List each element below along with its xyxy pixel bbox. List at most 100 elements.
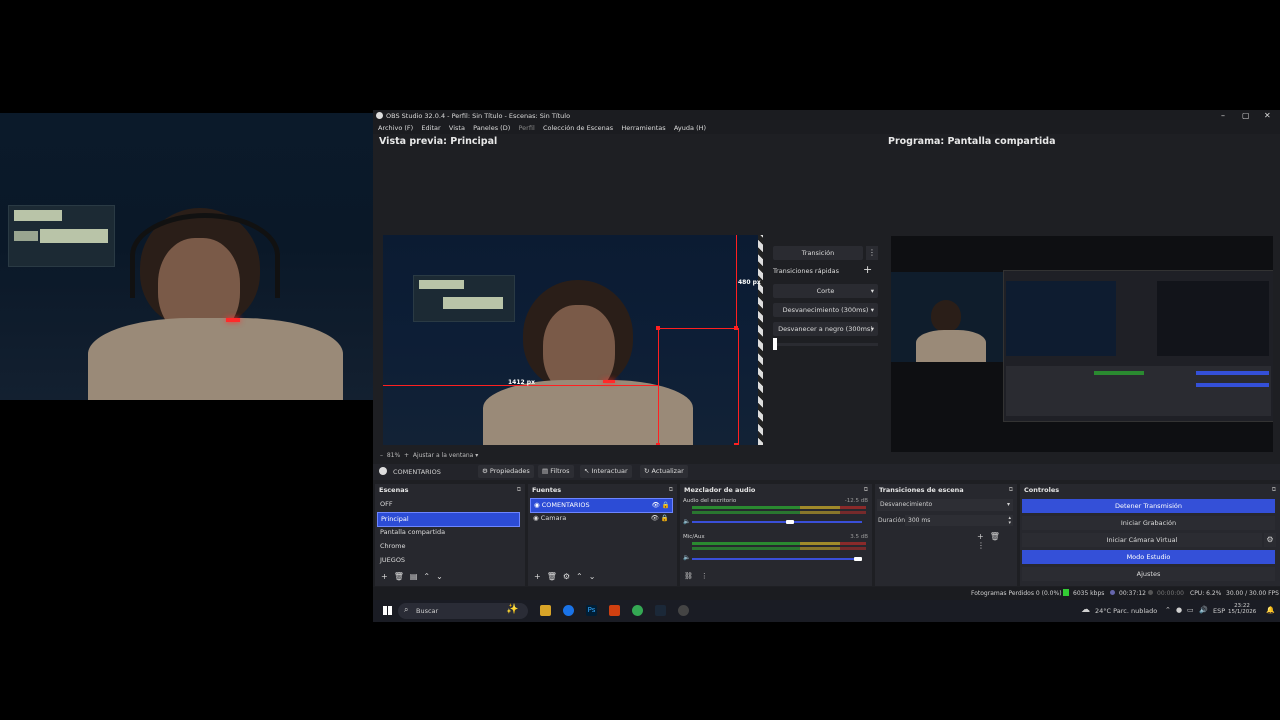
obs-taskbar-icon[interactable]: [678, 605, 689, 616]
notification-bell-icon[interactable]: 🔔: [1266, 606, 1275, 614]
fit-window-select[interactable]: Ajustar a la ventana: [413, 452, 474, 459]
virtual-camera-button[interactable]: Iniciar Cámara Virtual: [1022, 533, 1262, 547]
scene-item[interactable]: Chrome: [377, 540, 518, 553]
resize-handle[interactable]: [656, 326, 660, 330]
quick-transition-fade-black[interactable]: Desvanecer a negro (300ms) ▾: [773, 322, 878, 336]
dock-undock-icon[interactable]: ⧉: [517, 486, 521, 494]
menu-archivo[interactable]: Archivo (F): [378, 122, 413, 134]
move-down-icon[interactable]: ⌄: [589, 572, 602, 581]
dock-undock-icon[interactable]: ⧉: [864, 486, 868, 494]
dock-undock-icon[interactable]: ⧉: [669, 486, 673, 494]
menu-editar[interactable]: Editar: [421, 122, 440, 134]
scene-item[interactable]: OFF: [377, 498, 518, 511]
weather-text[interactable]: 24°C Parc. nublado: [1095, 607, 1157, 615]
volume-slider[interactable]: [692, 521, 862, 523]
t-bar-handle[interactable]: [773, 338, 777, 350]
t-bar[interactable]: [773, 343, 878, 346]
resize-handle[interactable]: [656, 443, 660, 445]
gear-icon[interactable]: ⚙: [1264, 533, 1276, 547]
visibility-icon[interactable]: 👁 🔒: [651, 512, 669, 525]
clock[interactable]: 23:22 15/1/2026: [1228, 603, 1256, 615]
scene-item[interactable]: JUEGOS: [377, 554, 518, 567]
studio-mode-button[interactable]: Modo Estudio: [1022, 550, 1275, 564]
source-item[interactable]: ◉ COMENTARIOS 👁 🔒: [530, 498, 673, 513]
transition-select[interactable]: Desvanecimiento ▾: [877, 499, 1013, 511]
link-icon[interactable]: ⛓: [684, 572, 701, 580]
windows-start-icon[interactable]: [383, 606, 392, 615]
visibility-icon[interactable]: 👁 🔒: [652, 499, 670, 512]
mic-icon[interactable]: ●: [1176, 606, 1182, 614]
trash-icon[interactable]: 🗑: [394, 572, 410, 581]
date: 15/1/2026: [1228, 609, 1257, 615]
preview-video[interactable]: 1412 px 480 px: [383, 235, 763, 445]
preview-area[interactable]: 1412 px 480 px – 81% + Ajustar a la vent…: [375, 150, 763, 459]
dock-undock-icon[interactable]: ⧉: [1272, 486, 1276, 494]
zoom-in-icon[interactable]: +: [404, 452, 409, 459]
speaker-icon[interactable]: 🔈: [683, 554, 690, 561]
add-icon[interactable]: +: [977, 532, 990, 541]
more-icon[interactable]: ⋮: [866, 246, 878, 260]
trash-icon[interactable]: 🗑: [547, 572, 563, 581]
resize-handle[interactable]: [734, 326, 738, 330]
scene-item[interactable]: Pantalla compartida: [377, 526, 518, 539]
add-icon[interactable]: +: [863, 263, 872, 276]
close-icon[interactable]: ✕: [1264, 110, 1271, 122]
start-recording-button[interactable]: Iniciar Grabación: [1022, 516, 1275, 530]
stream-icon: [1110, 590, 1115, 595]
nested-preview: [1006, 281, 1116, 356]
chevron-down-icon[interactable]: ▾: [475, 452, 478, 459]
search-box[interactable]: ⌕ Buscar ✨: [398, 603, 528, 619]
add-icon[interactable]: +: [381, 572, 394, 581]
duration-input[interactable]: 300 ms ▴ ▾: [905, 515, 1013, 526]
steam-icon[interactable]: [655, 605, 666, 616]
transition-button[interactable]: Transición: [773, 246, 863, 260]
resize-handle[interactable]: [734, 443, 738, 445]
file-explorer-icon[interactable]: [540, 605, 551, 616]
menu-herramientas[interactable]: Herramientas: [621, 122, 665, 134]
more-icon[interactable]: ⋮: [977, 541, 991, 550]
trash-icon[interactable]: 🗑: [990, 532, 1006, 541]
maximize-icon[interactable]: ▢: [1242, 110, 1250, 122]
chrome-profile-icon[interactable]: [632, 605, 643, 616]
minimize-icon[interactable]: –: [1221, 110, 1225, 122]
zoom-out-icon[interactable]: –: [380, 452, 383, 459]
photoshop-icon[interactable]: Ps: [586, 605, 597, 616]
filter-icon[interactable]: ▤: [410, 572, 424, 581]
refresh-button[interactable]: ↻ Actualizar: [640, 465, 688, 478]
settings-button[interactable]: Ajustes: [1022, 567, 1275, 581]
volume-meter: [692, 542, 866, 545]
volume-knob[interactable]: [854, 557, 862, 561]
gear-icon[interactable]: ⚙: [563, 572, 576, 581]
move-down-icon[interactable]: ⌄: [436, 572, 449, 581]
quick-transition-corte[interactable]: Corte ▾: [773, 284, 878, 298]
network-icon[interactable]: ▭: [1187, 606, 1194, 614]
move-up-icon[interactable]: ⌃: [576, 572, 589, 581]
source-item[interactable]: ◉ Camara 👁 🔒: [530, 512, 671, 525]
scene-item[interactable]: Principal: [377, 512, 520, 527]
quick-transition-fade[interactable]: Desvanecimiento (300ms) ▾: [773, 303, 878, 317]
fps: 30.00 / 30.00 FPS: [1226, 590, 1279, 597]
volume-icon[interactable]: 🔊: [1199, 606, 1208, 614]
volume-knob[interactable]: [786, 520, 794, 524]
stop-stream-button[interactable]: Detener Transmisión: [1022, 499, 1275, 513]
menu-perfil[interactable]: Perfil: [518, 122, 534, 134]
add-icon[interactable]: +: [534, 572, 547, 581]
menu-paneles[interactable]: Paneles (D): [473, 122, 510, 134]
dock-undock-icon[interactable]: ⧉: [1009, 486, 1013, 494]
app-icon[interactable]: [609, 605, 620, 616]
more-icon[interactable]: ⋮: [701, 572, 716, 580]
tray-chevron-icon[interactable]: ⌃: [1165, 606, 1171, 614]
source-bounding-box[interactable]: [658, 328, 739, 445]
speaker-icon[interactable]: 🔈: [683, 518, 690, 525]
menu-ayuda[interactable]: Ayuda (H): [674, 122, 706, 134]
filters-button[interactable]: ▤ Filtros: [538, 465, 574, 478]
move-up-icon[interactable]: ⌃: [423, 572, 436, 581]
language-indicator[interactable]: ESP: [1213, 607, 1225, 615]
properties-button[interactable]: ⚙ Propiedades: [478, 465, 534, 478]
quick-transitions-label: Transiciones rápidas: [773, 267, 839, 275]
interact-button[interactable]: ↖ Interactuar: [580, 465, 632, 478]
menu-coleccion[interactable]: Colección de Escenas: [543, 122, 613, 134]
volume-slider[interactable]: [692, 558, 862, 560]
chrome-icon[interactable]: [563, 605, 574, 616]
menu-vista[interactable]: Vista: [449, 122, 465, 134]
